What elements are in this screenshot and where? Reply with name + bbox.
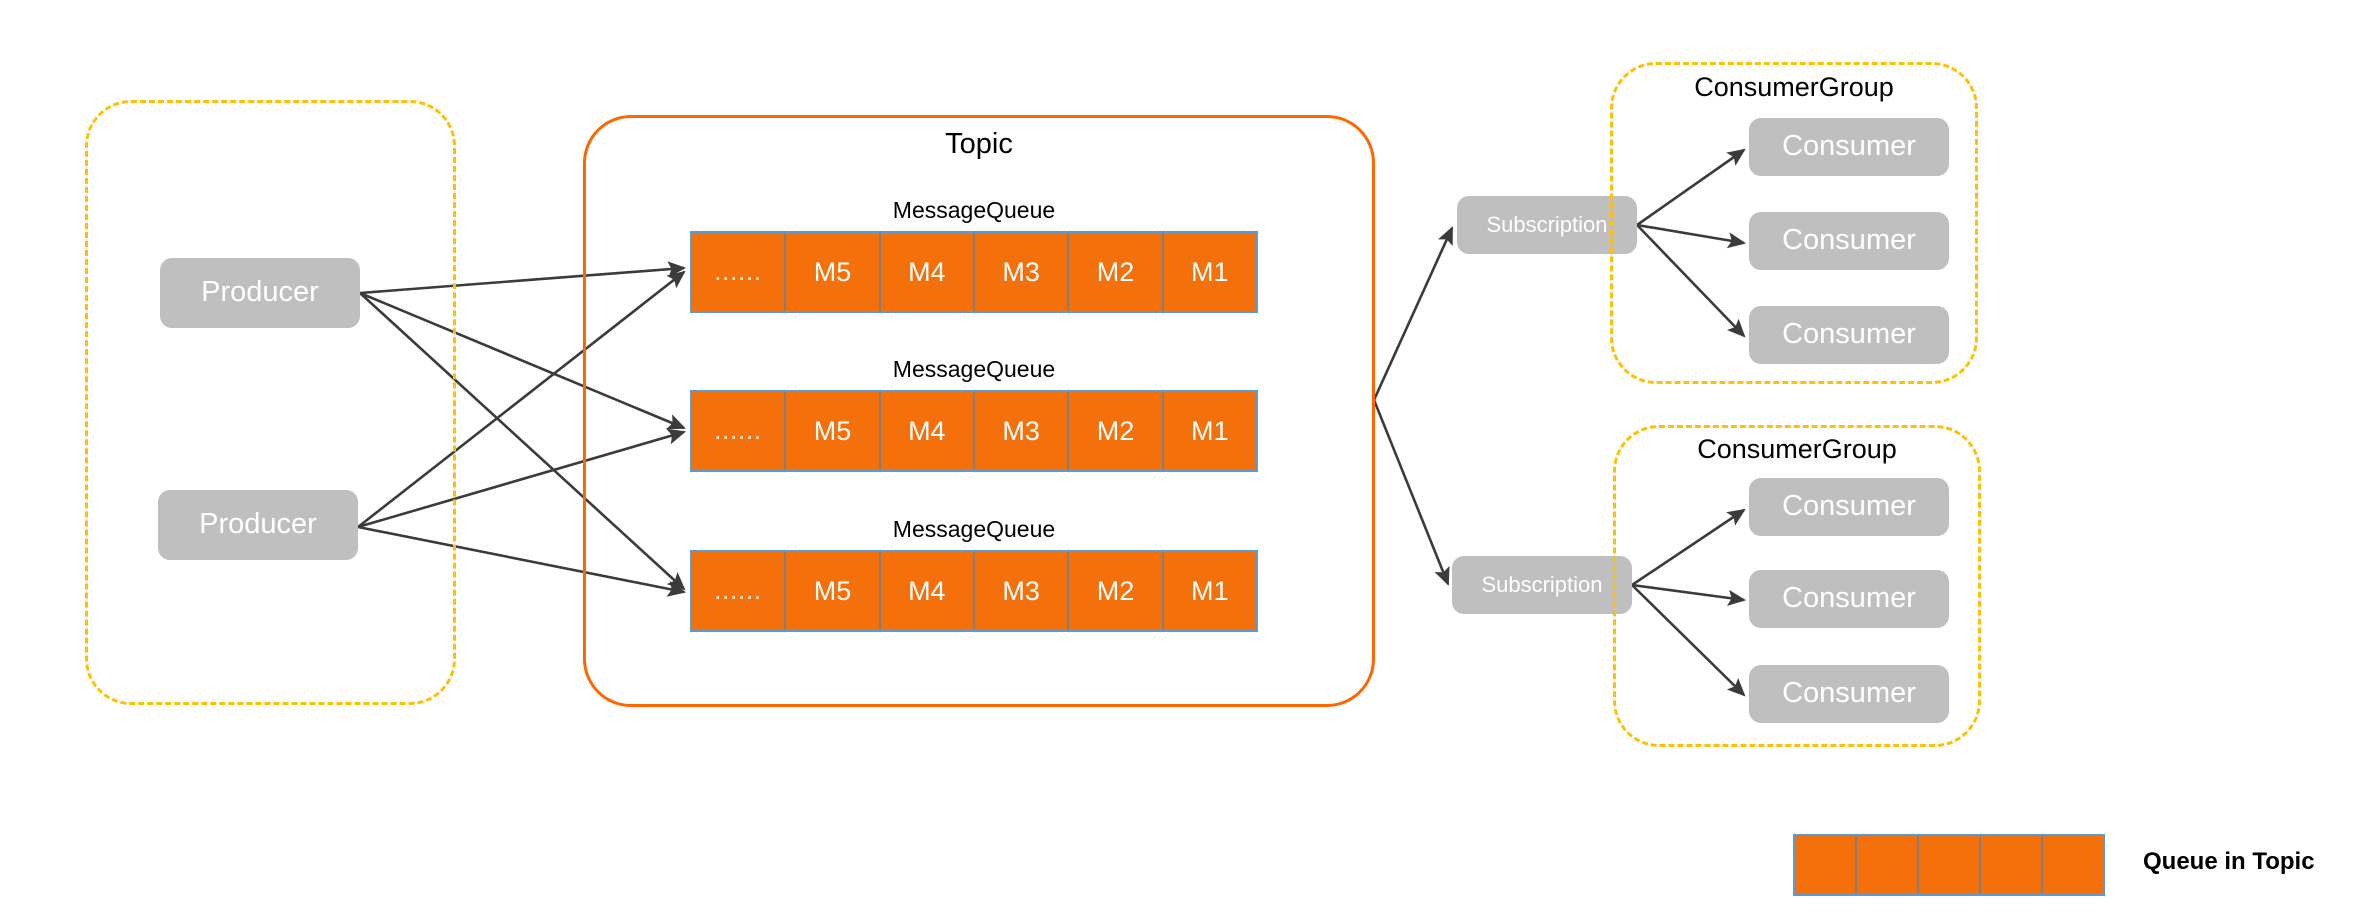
message-cell-2-2[interactable]: M5: [786, 392, 881, 470]
consumer-node-2-1[interactable]: Consumer: [1749, 478, 1949, 536]
message-cell-3-6[interactable]: M1: [1163, 552, 1256, 630]
consumer-node-1-3[interactable]: Consumer: [1749, 306, 1949, 364]
consumer-node-2-2-label: Consumer: [1782, 582, 1916, 615]
producer-node-1[interactable]: Producer: [160, 258, 360, 328]
consumer-group-title-1: ConsumerGroup: [1694, 72, 1894, 102]
message-cell-3-5[interactable]: M2: [1069, 552, 1164, 630]
subscription-node-1-label: Subscription: [1486, 211, 1608, 237]
consumer-group-title-2: ConsumerGroup: [1697, 434, 1897, 464]
message-queue-label-2: MessageQueue: [892, 356, 1056, 382]
consumer-node-1-2-label: Consumer: [1782, 224, 1916, 257]
legend-label: Queue in Topic: [2143, 848, 2315, 875]
consumer-node-2-3[interactable]: Consumer: [1749, 665, 1949, 723]
consumer-node-2-3-label: Consumer: [1782, 677, 1916, 710]
message-cell-3-1[interactable]: ......: [692, 552, 787, 630]
message-cell-1-2[interactable]: M5: [786, 233, 881, 311]
diagram-canvas: Producer Producer Topic MessageQueue.....…: [0, 0, 2358, 920]
message-cell-2-3[interactable]: M4: [880, 392, 975, 470]
producer-group-container: [85, 100, 456, 705]
legend-cell-2: [1857, 836, 1919, 894]
legend-cell-5: [2043, 836, 2103, 894]
message-cell-2-4[interactable]: M3: [974, 392, 1070, 470]
consumer-node-1-1[interactable]: Consumer: [1749, 118, 1949, 176]
message-queue-strip-1: ...... M5 M4 M3 M2 M1: [690, 231, 1258, 313]
message-cell-1-5[interactable]: M2: [1069, 233, 1164, 311]
consumer-node-2-2[interactable]: Consumer: [1749, 570, 1949, 628]
message-queue-strip-3: ...... M5 M4 M3 M2 M1: [690, 550, 1258, 632]
topic-title: Topic: [945, 128, 1013, 160]
message-queue-label-1: MessageQueue: [892, 197, 1056, 223]
message-queue-label-3: MessageQueue: [892, 516, 1056, 542]
consumer-node-1-1-label: Consumer: [1782, 130, 1916, 163]
message-cell-1-4[interactable]: M3: [974, 233, 1070, 311]
producer-node-2-label: Producer: [199, 508, 317, 541]
producer-node-1-label: Producer: [201, 276, 319, 309]
message-queue-1: MessageQueue...... M5 M4 M3 M2 M1: [690, 197, 1258, 313]
subscription-node-2[interactable]: Subscription: [1452, 556, 1632, 614]
message-queue-strip-2: ...... M5 M4 M3 M2 M1: [690, 390, 1258, 472]
legend-queue-strip: [1793, 834, 2105, 896]
message-cell-2-5[interactable]: M2: [1069, 392, 1164, 470]
message-cell-3-4[interactable]: M3: [974, 552, 1070, 630]
message-cell-3-3[interactable]: M4: [880, 552, 975, 630]
legend-cell-3: [1919, 836, 1981, 894]
consumer-node-2-1-label: Consumer: [1782, 490, 1916, 523]
subscription-node-2-label: Subscription: [1481, 571, 1603, 597]
arrow-topic-to-subscription-1: [1372, 226, 1454, 401]
message-cell-2-1[interactable]: ......: [692, 392, 787, 470]
producer-node-2[interactable]: Producer: [158, 490, 358, 560]
legend-cell-4: [1981, 836, 2043, 894]
consumer-node-1-2[interactable]: Consumer: [1749, 212, 1949, 270]
arrow-topic-to-subscription-2: [1372, 399, 1450, 586]
message-cell-1-6[interactable]: M1: [1163, 233, 1256, 311]
legend-cell-1: [1795, 836, 1857, 894]
message-queue-3: MessageQueue...... M5 M4 M3 M2 M1: [690, 516, 1258, 632]
edges-topic-to-subscription: [1372, 226, 1454, 586]
message-cell-1-1[interactable]: ......: [692, 233, 787, 311]
message-cell-1-3[interactable]: M4: [880, 233, 975, 311]
message-queue-2: MessageQueue...... M5 M4 M3 M2 M1: [690, 356, 1258, 472]
message-cell-3-2[interactable]: M5: [786, 552, 881, 630]
consumer-node-1-3-label: Consumer: [1782, 318, 1916, 351]
message-cell-2-6[interactable]: M1: [1163, 392, 1256, 470]
